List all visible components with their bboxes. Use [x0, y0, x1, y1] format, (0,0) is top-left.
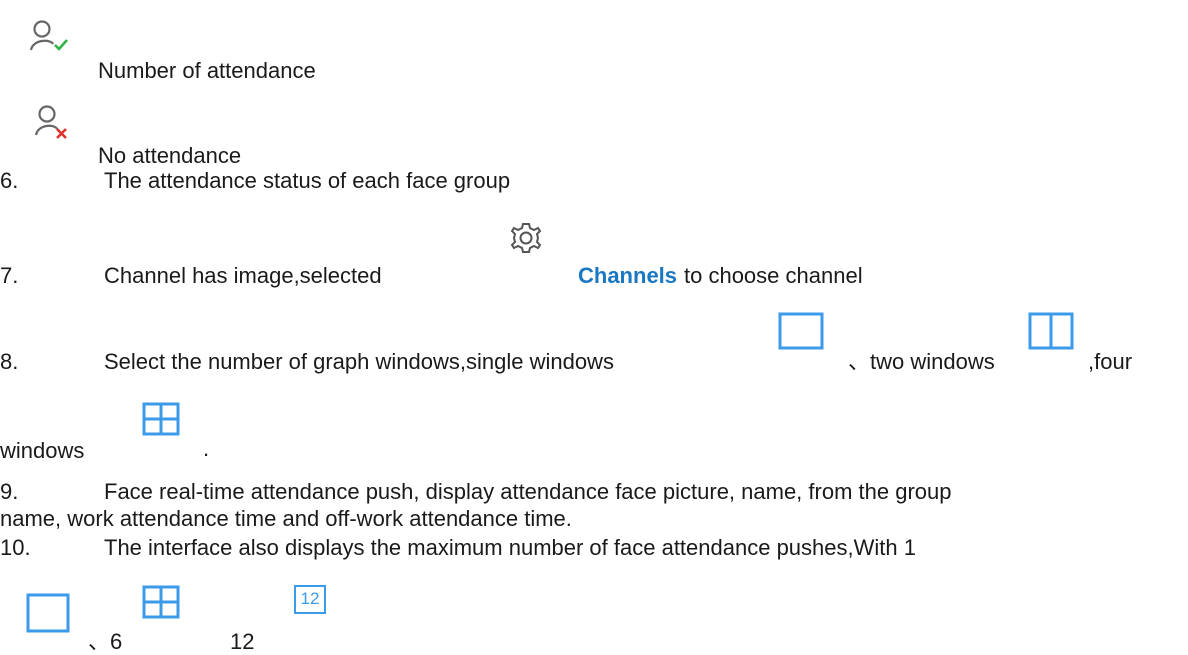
- item7-text-b: to choose channel: [684, 263, 863, 288]
- item9-line1: Face real-time attendance push, display …: [104, 479, 952, 504]
- twelve-windows-icon-text: 12: [300, 589, 320, 608]
- item7-text-a: Channel has image,selected: [104, 263, 382, 288]
- item10-value-12: 12: [230, 629, 255, 654]
- item8-text-c: windows: [0, 438, 85, 463]
- item10-sep-6: 、6: [88, 629, 123, 654]
- item10-line1: The interface also displays the maximum …: [104, 535, 916, 560]
- channels-link[interactable]: Channels: [578, 263, 677, 289]
- attendance-label: Number of attendance: [98, 58, 316, 83]
- four-windows-icon: [142, 402, 184, 438]
- single-window-icon: [26, 592, 74, 636]
- item6-number: 6.: [0, 168, 19, 193]
- item9-line2: name, work attendance time and off-work …: [0, 506, 572, 531]
- item8-text-a: Select the number of graph windows,singl…: [104, 349, 614, 374]
- item6-text: The attendance status of each face group: [104, 168, 511, 193]
- single-window-icon: [778, 311, 828, 353]
- item8-sep: 、two windows: [848, 349, 995, 374]
- user-x-icon: [34, 104, 76, 142]
- item8-number: 8.: [0, 349, 19, 374]
- gear-icon: [508, 220, 544, 256]
- item7-number: 7.: [0, 263, 19, 288]
- item10-number: 10.: [0, 535, 31, 560]
- twelve-windows-icon: 12: [294, 585, 326, 614]
- two-windows-icon: [1028, 311, 1078, 353]
- item8-text-b: ,four: [1088, 349, 1133, 374]
- user-check-icon: [28, 18, 74, 54]
- item9-number: 9.: [0, 479, 19, 504]
- no-attendance-label: No attendance: [98, 143, 242, 168]
- four-windows-icon: [142, 585, 184, 621]
- item8-period: .: [203, 436, 210, 461]
